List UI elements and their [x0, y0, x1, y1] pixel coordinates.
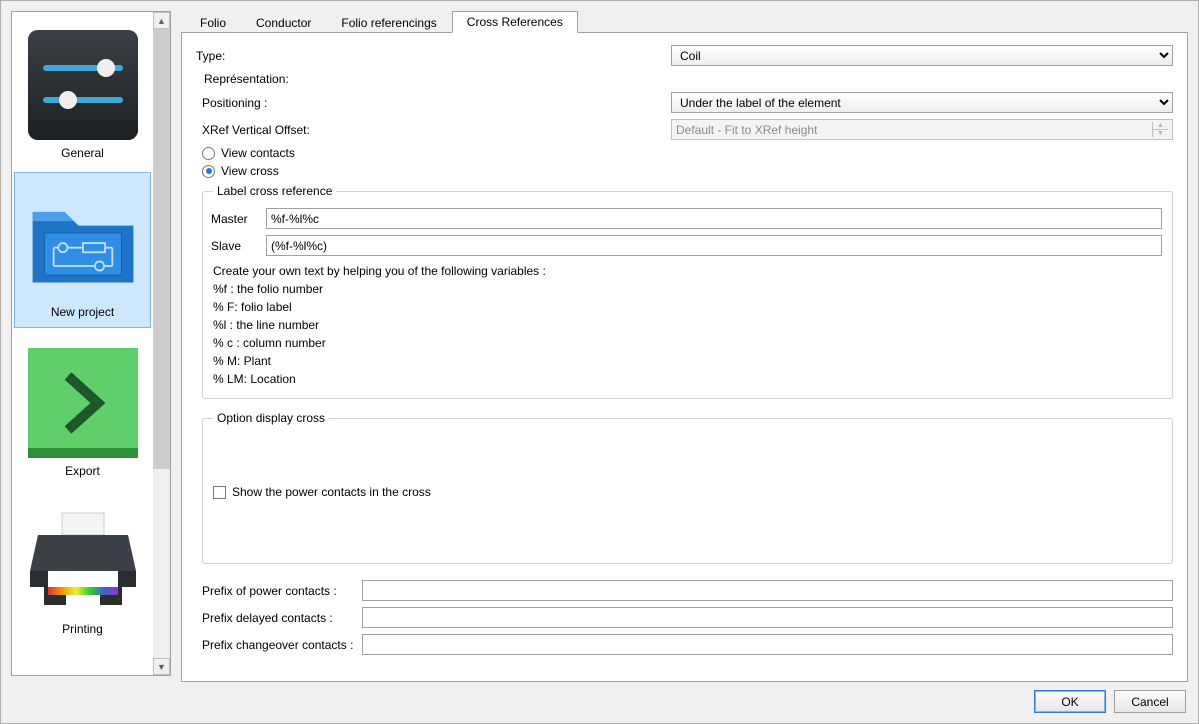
- sidebar-item-general[interactable]: General: [12, 12, 153, 170]
- prefix-delayed-label: Prefix delayed contacts :: [202, 611, 362, 625]
- spin-up-icon: ▲: [1152, 122, 1168, 130]
- xref-offset-spinner: Default - Fit to XRef height ▲▼: [671, 119, 1173, 140]
- dialog-footer: OK Cancel: [1, 682, 1198, 723]
- view-contacts-radio-row[interactable]: View contacts: [202, 146, 1173, 160]
- project-folder-icon: [28, 189, 138, 299]
- slave-label: Slave: [211, 239, 266, 253]
- sidebar-item-printing[interactable]: Printing: [12, 488, 153, 646]
- sidebar-item-label: Printing: [62, 622, 103, 636]
- xref-offset-value: Default - Fit to XRef height: [676, 123, 817, 137]
- sliders-icon: [28, 30, 138, 140]
- printer-icon: [28, 506, 138, 616]
- sidebar-scrollbar[interactable]: ▲ ▼: [153, 12, 170, 675]
- show-power-label: Show the power contacts in the cross: [232, 485, 431, 499]
- option-display-cross-group: Option display cross Show the power cont…: [202, 411, 1173, 564]
- prefix-delayed-input[interactable]: [362, 607, 1173, 628]
- variables-helptext: Create your own text by helping you of t…: [213, 262, 1162, 388]
- slave-input[interactable]: [266, 235, 1162, 256]
- category-sidebar: General: [11, 11, 171, 676]
- cancel-button[interactable]: Cancel: [1114, 690, 1186, 713]
- sidebar-item-new-project[interactable]: New project: [14, 172, 151, 328]
- prefix-changeover-input[interactable]: [362, 634, 1173, 655]
- representation-title: Représentation:: [196, 72, 1173, 86]
- scroll-track[interactable]: [153, 29, 170, 658]
- type-select[interactable]: Coil: [671, 45, 1173, 66]
- positioning-select[interactable]: Under the label of the element: [671, 92, 1173, 113]
- view-cross-label: View cross: [221, 164, 279, 178]
- tab-panel-cross-references: Type: Coil Représentation: Positioning :…: [181, 32, 1188, 682]
- show-power-checkbox-row[interactable]: Show the power contacts in the cross: [213, 485, 1162, 499]
- label-cross-reference-group: Label cross reference Master Slave Creat…: [202, 184, 1173, 399]
- export-arrow-icon: [28, 348, 138, 458]
- radio-icon[interactable]: [202, 165, 215, 178]
- prefix-power-label: Prefix of power contacts :: [202, 584, 362, 598]
- type-label: Type:: [196, 49, 671, 63]
- tab-folio-referencings[interactable]: Folio referencings: [326, 12, 451, 33]
- view-contacts-label: View contacts: [221, 146, 295, 160]
- xref-offset-label: XRef Vertical Offset:: [202, 123, 671, 137]
- option-group-legend: Option display cross: [213, 411, 329, 425]
- tab-conductor[interactable]: Conductor: [241, 12, 326, 33]
- scroll-up-icon[interactable]: ▲: [153, 12, 170, 29]
- master-label: Master: [211, 212, 266, 226]
- content-panel: Folio Conductor Folio referencings Cross…: [181, 11, 1188, 682]
- positioning-label: Positioning :: [202, 96, 671, 110]
- tab-cross-references[interactable]: Cross References: [452, 11, 578, 33]
- prefix-power-input[interactable]: [362, 580, 1173, 601]
- sidebar-item-label: New project: [51, 305, 114, 319]
- radio-icon[interactable]: [202, 147, 215, 160]
- prefix-changeover-label: Prefix changeover contacts :: [202, 638, 362, 652]
- sidebar-item-label: Export: [65, 464, 100, 478]
- ok-button[interactable]: OK: [1034, 690, 1106, 713]
- settings-dialog: General: [0, 0, 1199, 724]
- master-input[interactable]: [266, 208, 1162, 229]
- scroll-thumb[interactable]: [153, 29, 170, 469]
- tab-folio[interactable]: Folio: [185, 12, 241, 33]
- sidebar-item-label: General: [61, 146, 104, 160]
- label-group-legend: Label cross reference: [213, 184, 336, 198]
- spinner-buttons: ▲▼: [1152, 122, 1168, 137]
- sidebar-list: General: [12, 12, 153, 675]
- sidebar-item-export[interactable]: Export: [12, 330, 153, 488]
- spin-down-icon: ▼: [1152, 130, 1168, 137]
- scroll-down-icon[interactable]: ▼: [153, 658, 170, 675]
- view-cross-radio-row[interactable]: View cross: [202, 164, 1173, 178]
- main-area: General: [1, 1, 1198, 682]
- checkbox-icon[interactable]: [213, 486, 226, 499]
- tab-bar: Folio Conductor Folio referencings Cross…: [181, 11, 1188, 33]
